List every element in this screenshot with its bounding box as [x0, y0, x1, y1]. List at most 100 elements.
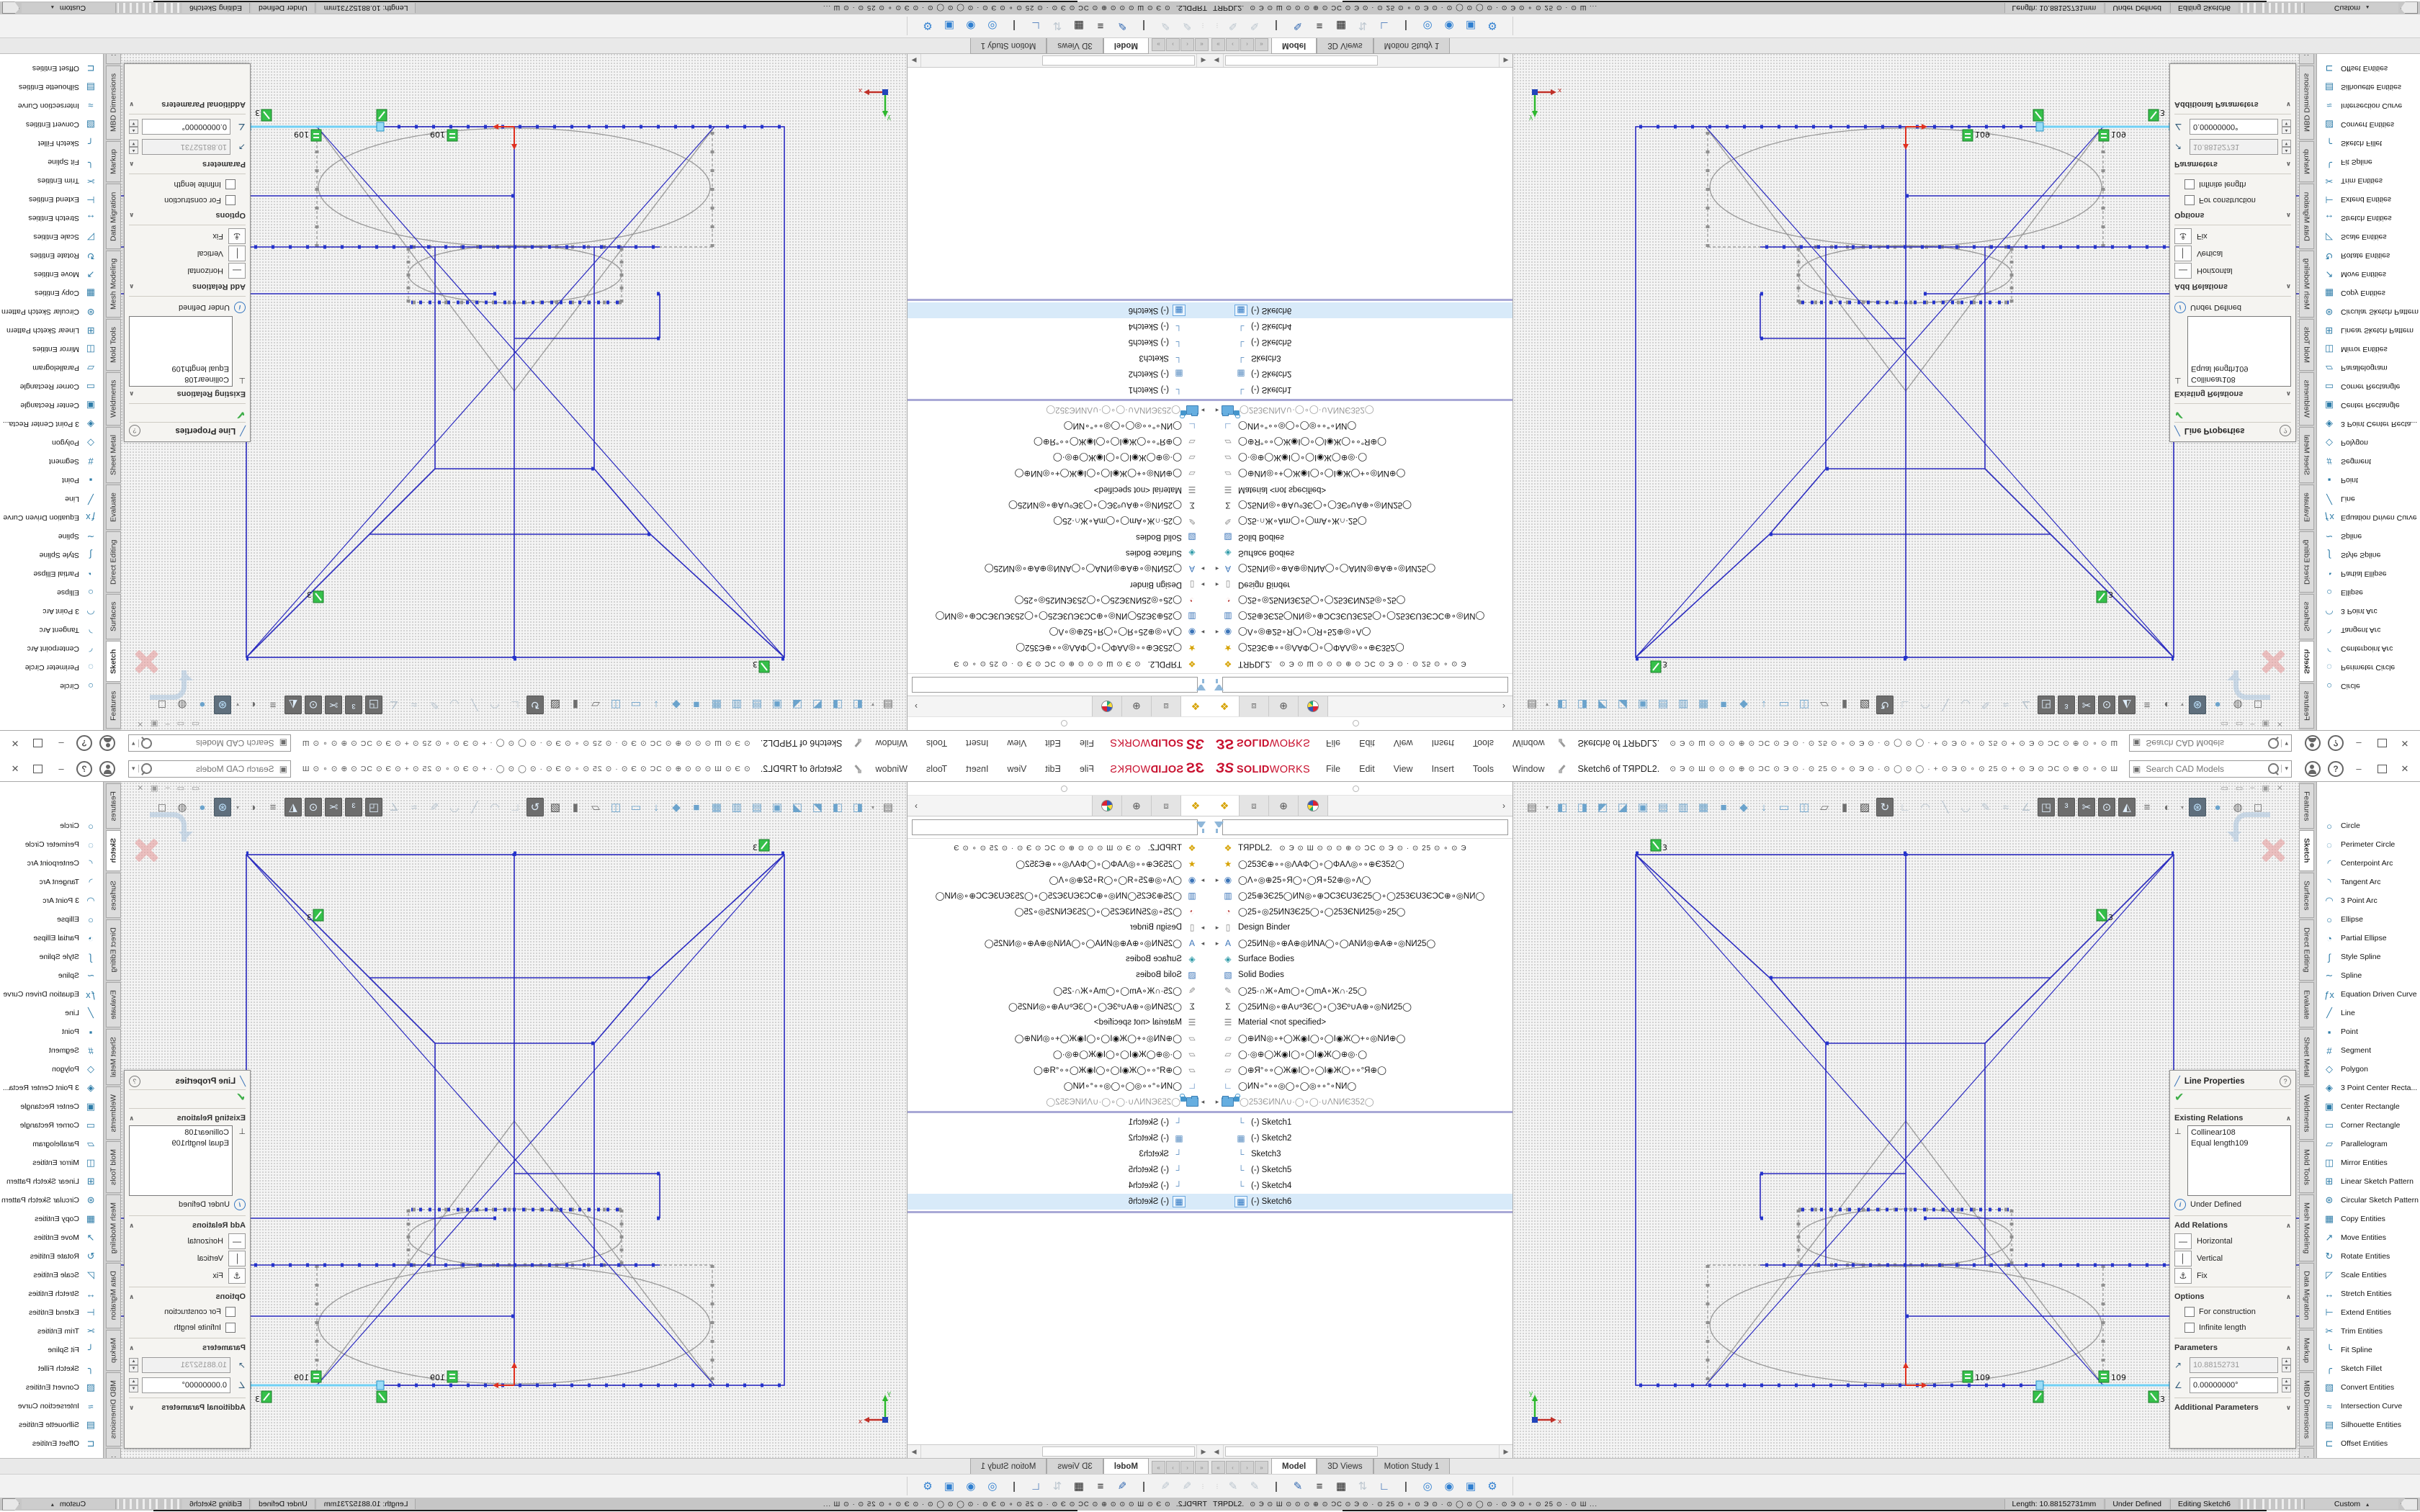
- sketch-tool-item[interactable]: ◌ Perimeter Circle: [0, 835, 103, 854]
- tree-item[interactable]: ❖ TЯPDL2. ⊙ Э ⊙ Ш ⊙ ⊙ ⊙ ⊕ ⊙ ƆC ⊙ Э ⊙ · ⊙…: [1210, 840, 1512, 856]
- ink-tool-icon[interactable]: ⚙: [1484, 17, 1501, 35]
- sketch-tool-item[interactable]: ◸ Scale Entities: [0, 228, 103, 246]
- search-icon[interactable]: [141, 738, 152, 749]
- sketch-tool-item[interactable]: ▣ Center Rectangle: [0, 1097, 103, 1116]
- menu-item[interactable]: File: [1326, 739, 1340, 749]
- sketch-tool-item[interactable]: ◜ Centerpoint Arc: [0, 854, 103, 873]
- sketch-tool-item[interactable]: ƒx Equation Driven Curve: [0, 508, 103, 527]
- tree-item-sketch[interactable]: ▦ (-) Sketch6: [908, 1194, 1210, 1210]
- sketch-tool-item[interactable]: ╱ Line: [0, 490, 103, 508]
- relation-badges[interactable]: 3 3 109: [1651, 108, 2165, 672]
- ink-tool-icon[interactable]: ∟: [1376, 17, 1393, 35]
- sketch-tool-item[interactable]: ◝ Tangent Arc: [0, 873, 103, 891]
- rollback-bar[interactable]: [908, 399, 1210, 401]
- sketch-tool-item[interactable]: ▱ Parallelogram: [2317, 359, 2420, 377]
- tree-splitter[interactable]: [1210, 299, 1512, 301]
- scroll-right-icon[interactable]: ▶: [1499, 54, 1512, 67]
- section-add-relations[interactable]: Add Relations ∧: [129, 279, 246, 294]
- sketch-tool-item[interactable]: ◠ 3 Point Arc: [0, 891, 103, 910]
- checkbox[interactable]: [2184, 195, 2195, 205]
- gray-construction-geometry[interactable]: [1706, 1121, 2103, 1385]
- relation-entry[interactable]: Collinear108: [2191, 374, 2287, 384]
- tree-item[interactable]: ▱ ◯·◎⊕◯Ж◉I◯∘◯I◉Ж◯⊕◎·◯: [908, 450, 1210, 466]
- collapse-icon[interactable]: ∧: [129, 390, 134, 398]
- document-tab[interactable]: Model: [1271, 1458, 1317, 1474]
- help-button[interactable]: ?: [2326, 735, 2345, 752]
- add-relation-button[interactable]: │ Vertical: [2174, 245, 2291, 262]
- tree-item[interactable]: ▸ ◯253ЄИNΛ∪·◯∘◯·∪ΛNИЄ352◯: [1210, 402, 1512, 418]
- sketch-tool-item[interactable]: ⊞ Linear Sketch Pattern: [0, 1172, 103, 1191]
- command-tab[interactable]: Direct Editing: [106, 919, 121, 980]
- rollback-bar[interactable]: [1210, 1111, 1512, 1113]
- sketch-tool-item[interactable]: ▱ Parallelogram: [0, 359, 103, 377]
- tree-filter-input[interactable]: [1222, 677, 1508, 693]
- account-button[interactable]: [98, 760, 117, 778]
- tree-item[interactable]: ▸ ◉ ◯Λ∘◎⊕25∘Я◯∘◯Я∘52⊕◎∘Λ◯: [908, 624, 1210, 640]
- relation-entry[interactable]: Equal length109: [2191, 1138, 2287, 1149]
- sketch-tool-item[interactable]: ⊏ Offset Entities: [2317, 59, 2420, 78]
- ink-tool-icon[interactable]: ∟: [1376, 1477, 1393, 1495]
- tree-item[interactable]: ▱ ◯⊕ИN◎∘+◯Ж◉I◯∘◯I◉Ж◯+∘◎NИ⊕◯: [908, 1030, 1210, 1046]
- tree-item[interactable]: ✎ ◯25·∩Ж∘Am◯∘◯mA∘Ж∩·25◯: [908, 983, 1210, 999]
- sketch-tool-item[interactable]: ◈ 3 Point Center Recta...: [0, 1079, 103, 1097]
- command-tab[interactable]: Markup: [106, 141, 121, 182]
- sketch-tool-item[interactable]: ○ Ellipse: [2317, 910, 2420, 929]
- ink-tool-icon[interactable]: ◎: [1419, 17, 1436, 35]
- section-options[interactable]: Options ∧: [2174, 1290, 2291, 1304]
- help-button[interactable]: ?: [75, 760, 94, 778]
- account-button[interactable]: [2303, 735, 2322, 752]
- tree-item[interactable]: ▸ A ◯25ИN◎∘⊕A⊕◎ИNA◯∘◯ANИ◎⊕A⊕∘◎NИ25◯: [1210, 935, 1512, 951]
- status-unit-system[interactable]: Custom ▴: [2304, 3, 2398, 13]
- ink-tool-icon[interactable]: |: [1397, 17, 1415, 35]
- sketch-tool-item[interactable]: ∫ Style Spline: [0, 546, 103, 564]
- command-tab[interactable]: Markup: [106, 1330, 121, 1371]
- expand-arrow-icon[interactable]: ▸: [1213, 876, 1222, 884]
- tag-icon[interactable]: [2, 2, 19, 14]
- panel-expand-arrow[interactable]: ›: [908, 696, 925, 716]
- tree-item[interactable]: ▸ ▯ Design Binder: [908, 577, 1210, 593]
- menu-item[interactable]: View: [1394, 739, 1413, 749]
- pin-icon[interactable]: [1557, 739, 1567, 749]
- sketch-tool-item[interactable]: ↗ Move Entities: [0, 1228, 103, 1247]
- tree-item[interactable]: ★ ◯253Є⊕∘∘◎ΛAΦ◯∘◯ΦAΛ◎∘∘⊕Є352◯: [1210, 856, 1512, 872]
- tree-filter-input[interactable]: [912, 819, 1198, 835]
- ink-tool-icon[interactable]: ⇅: [1049, 1477, 1066, 1495]
- sketch-tool-item[interactable]: ╱ Line: [0, 1004, 103, 1022]
- menu-item[interactable]: File: [1080, 764, 1094, 774]
- command-tab[interactable]: MBD Dimensions: [2299, 66, 2314, 140]
- tab-feature-manager[interactable]: ❖: [1210, 696, 1240, 716]
- sketch-tool-item[interactable]: ◝ Tangent Arc: [0, 621, 103, 639]
- tree-item[interactable]: ▱ ◯·◎⊕◯Ж◉I◯∘◯I◉Ж◯⊕◎·◯: [1210, 1046, 1512, 1062]
- tree-item-sketch[interactable]: └ (-) Sketch5: [908, 1162, 1210, 1178]
- menu-item[interactable]: View: [1007, 764, 1026, 774]
- sketch-tool-item[interactable]: ╱ Line: [2317, 1004, 2420, 1022]
- option-checkbox-row[interactable]: For construction: [2174, 1304, 2291, 1320]
- sketch-tool-item[interactable]: ⊏ Offset Entities: [0, 1434, 103, 1453]
- sketch-tool-item[interactable]: ↻ Rotate Entities: [2317, 1247, 2420, 1266]
- panel-help-icon[interactable]: ?: [129, 1076, 140, 1087]
- tree-item[interactable]: ▧ Solid Bodies: [908, 967, 1210, 983]
- tag-icon[interactable]: [2, 1498, 19, 1511]
- relation-entry[interactable]: Collinear108: [2191, 1128, 2287, 1138]
- menu-item[interactable]: Tools: [1473, 764, 1494, 774]
- tree-splitter[interactable]: [908, 299, 1210, 301]
- tree-item[interactable]: ◔ ◯25∘◎25ИN3Є25◯∘◯253ЄNИ25◎∘25◯: [1210, 904, 1512, 919]
- ink-tool-icon[interactable]: ⚙: [1484, 1477, 1501, 1495]
- tree-item[interactable]: ▱ ◯⊕ИN◎∘+◯Ж◉I◯∘◯I◉Ж◯+∘◎NИ⊕◯: [1210, 1030, 1512, 1046]
- command-tab[interactable]: Weldments: [106, 1086, 121, 1140]
- command-tab[interactable]: Features: [106, 783, 121, 829]
- tree-item[interactable]: Σ ◯25ИN◎∘⊕A∪º3Є◯∘◯3Єº∪A⊕∘◎NИ25◯: [1210, 498, 1512, 513]
- ink-tool-icon[interactable]: ✎: [1289, 1477, 1307, 1495]
- tree-item[interactable]: ▧ Solid Bodies: [1210, 529, 1512, 545]
- sketch-tool-item[interactable]: ○ Ellipse: [0, 910, 103, 929]
- tree-item[interactable]: ∟ ◯ИN∘°∘∘◎◯∘◯◎∘∘°∘NИ◯: [908, 1078, 1210, 1094]
- status-unit-system[interactable]: Custom ▴: [2304, 1499, 2398, 1509]
- sketch-tool-item[interactable]: ◝ Tangent Arc: [2317, 873, 2420, 891]
- sketch-tool-item[interactable]: ◜ Centerpoint Arc: [2317, 854, 2420, 873]
- command-tab[interactable]: Data Migration: [2299, 1263, 2314, 1328]
- section-existing-relations[interactable]: Existing Relations ∧: [2174, 1111, 2291, 1125]
- expand-arrow-icon[interactable]: ▸: [1198, 876, 1207, 884]
- tag-icon[interactable]: [2401, 2, 2418, 14]
- command-tab[interactable]: Markup: [2299, 1330, 2314, 1371]
- sketch-tool-item[interactable]: ○ Circle: [2317, 677, 2420, 696]
